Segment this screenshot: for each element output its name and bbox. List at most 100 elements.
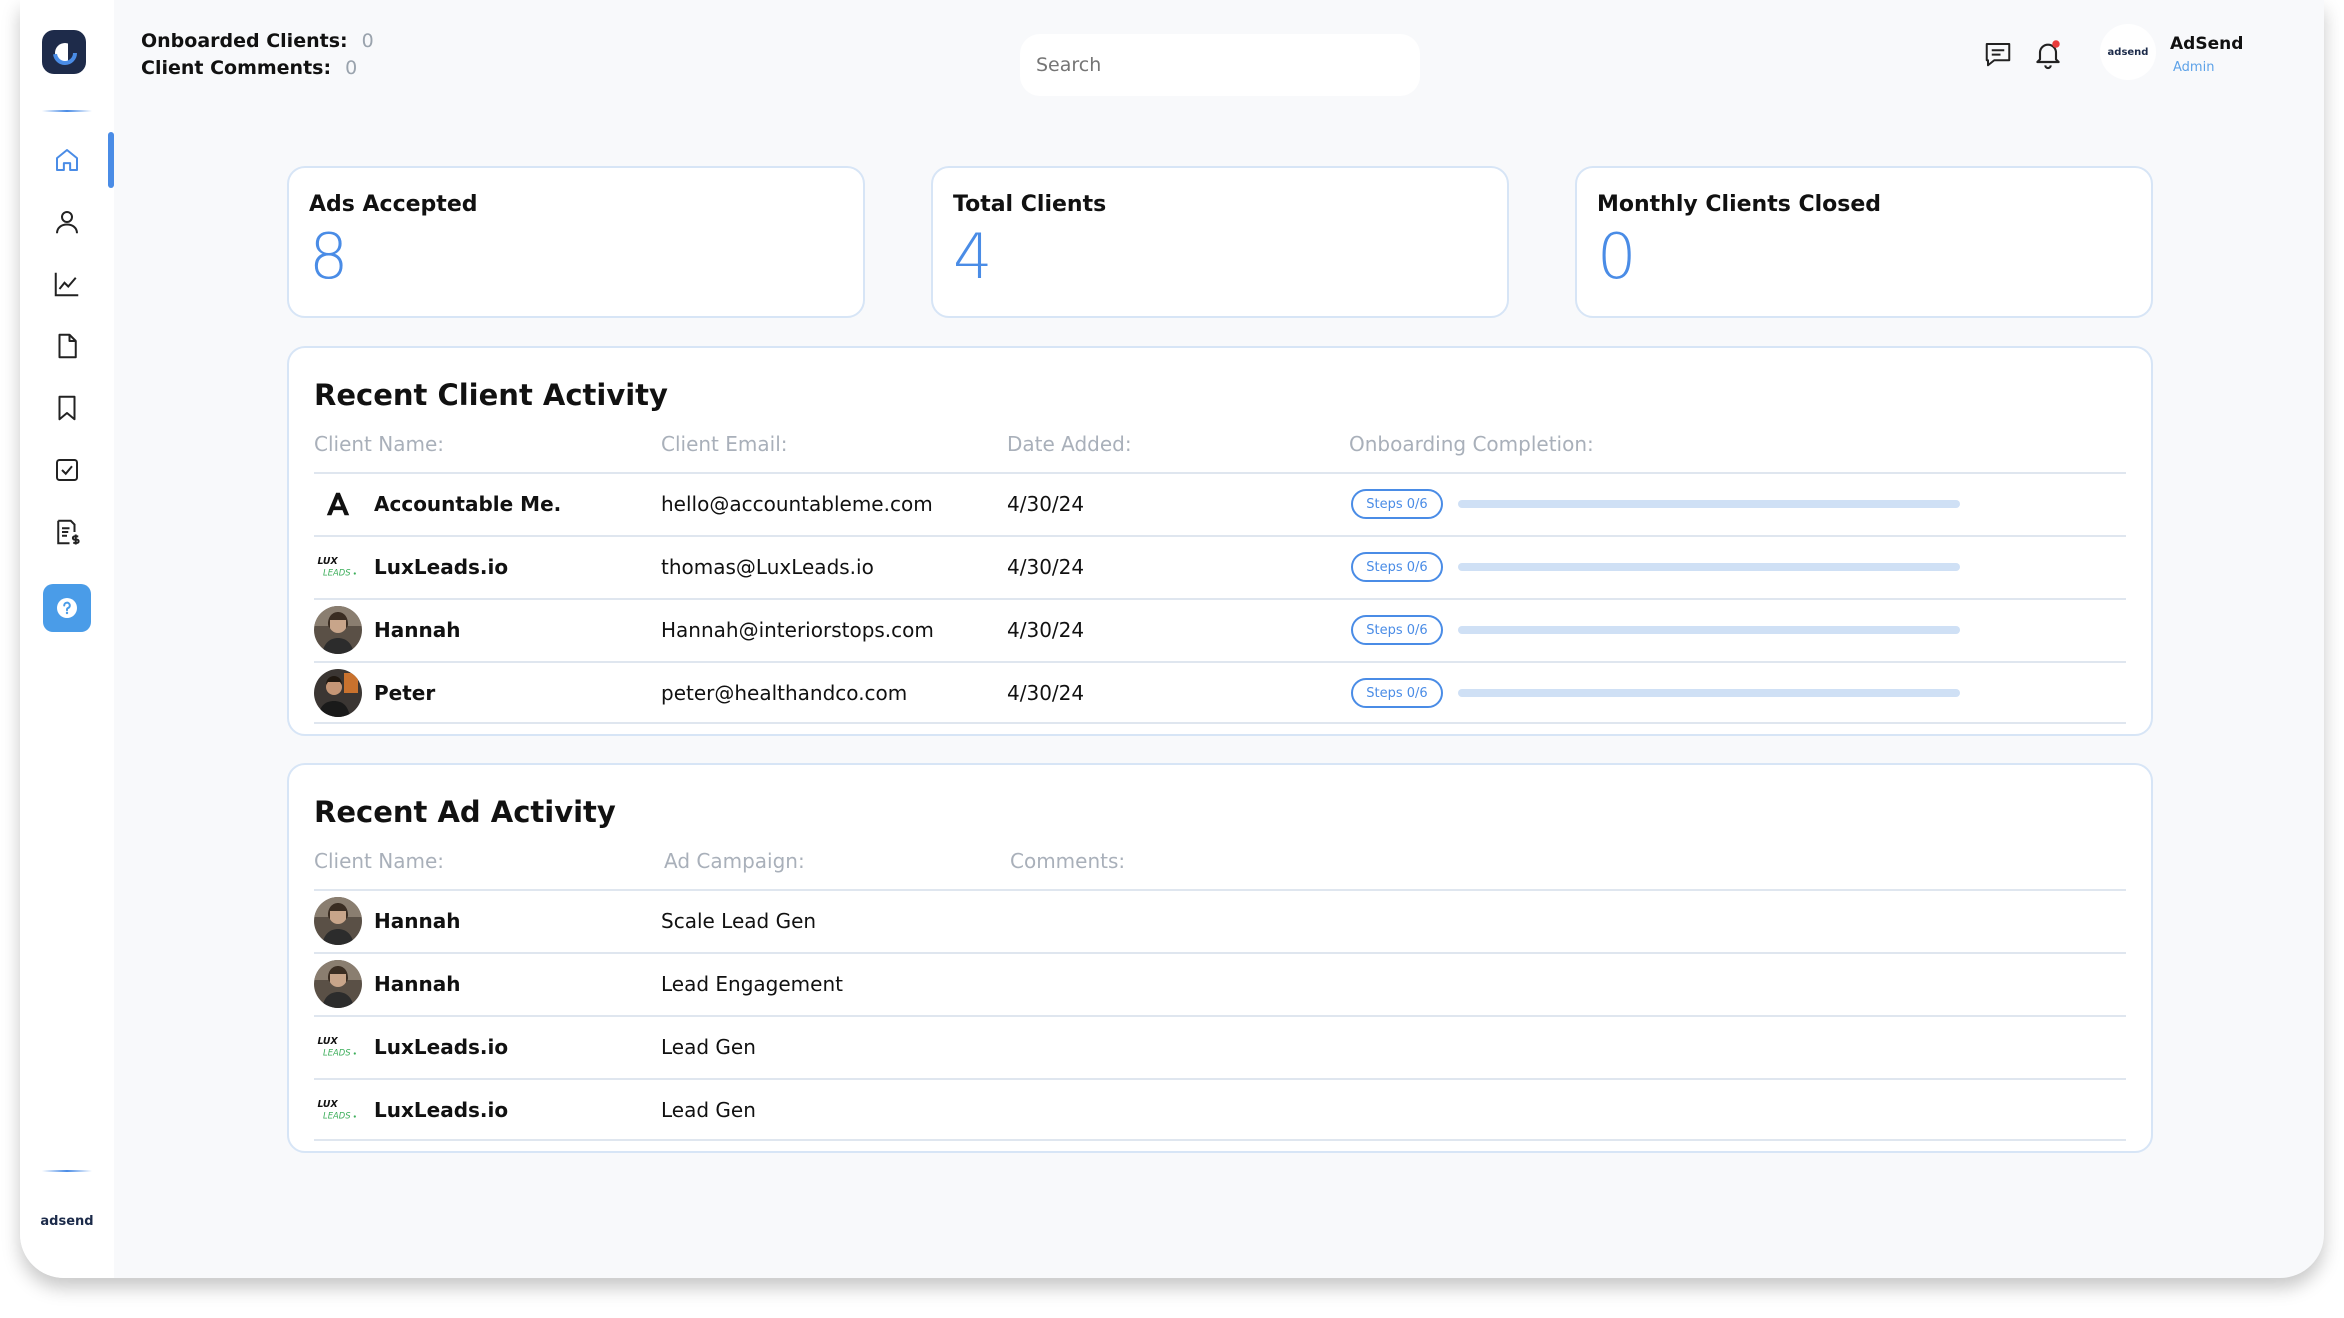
column-header-client-name: Client Name: — [314, 432, 444, 456]
messages-button[interactable] — [1980, 36, 2016, 72]
date-added: 4/30/24 — [1007, 681, 1085, 705]
stat-card-title: Total Clients — [953, 192, 1107, 217]
column-header-ad-campaign: Ad Campaign: — [664, 849, 805, 873]
stat-card-title: Monthly Clients Closed — [1597, 192, 1882, 217]
onboarding-progress-bar — [1458, 563, 1960, 571]
avatar-hannah — [314, 960, 362, 1008]
steps-badge: Steps 0/6 — [1351, 678, 1443, 708]
table-row[interactable]: LUX LEADS LuxLeads.io Lead Gen — [314, 1078, 2126, 1141]
svg-text:LEADS: LEADS — [323, 567, 351, 577]
client-email: Hannah@interiorstops.com — [661, 618, 934, 642]
sidebar-divider — [42, 1170, 92, 1172]
user-role: Admin — [2173, 60, 2215, 75]
client-name: Hannah — [374, 618, 461, 642]
onboarded-clients-stat: Onboarded Clients: 0 — [141, 28, 374, 55]
client-email: hello@accountableme.com — [661, 492, 933, 516]
onboarding-progress-bar — [1458, 689, 1960, 697]
avatar-hannah — [314, 897, 362, 945]
table-row[interactable]: Peter peter@healthandco.com 4/30/24 Step… — [314, 661, 2126, 724]
bell-icon — [2036, 40, 2060, 69]
sidebar-divider — [42, 110, 92, 112]
ad-campaign: Lead Gen — [661, 1098, 756, 1122]
ad-campaign: Lead Engagement — [661, 972, 843, 996]
column-header-date-added: Date Added: — [1007, 432, 1132, 456]
client-name: LuxLeads.io — [374, 1098, 509, 1122]
recent-client-activity-panel: Recent Client Activity Client Name: Clie… — [287, 346, 2153, 736]
svg-text:LUX: LUX — [317, 556, 338, 567]
client-email: peter@healthandco.com — [661, 681, 908, 705]
svg-text:LUX: LUX — [317, 1099, 338, 1110]
ad-campaign: Scale Lead Gen — [661, 909, 817, 933]
sidebar-item-clients[interactable] — [38, 196, 96, 248]
invoice-icon — [57, 519, 80, 545]
recent-ad-activity-panel: Recent Ad Activity Client Name: Ad Campa… — [287, 763, 2153, 1153]
client-email: thomas@LuxLeads.io — [661, 555, 874, 579]
stat-card-value: 4 — [953, 220, 993, 293]
client-name: Hannah — [374, 909, 461, 933]
accountable-logo — [314, 480, 362, 528]
avatar-peter — [314, 669, 362, 717]
user-name[interactable]: AdSend — [2170, 34, 2243, 54]
date-added: 4/30/24 — [1007, 618, 1085, 642]
sidebar-brand: adsend — [40, 1214, 94, 1229]
onboarding-progress-bar — [1458, 500, 1960, 508]
stat-card-total-clients: Total Clients 4 — [931, 166, 1509, 318]
sidebar-item-documents[interactable] — [38, 320, 96, 372]
header-stats: Onboarded Clients: 0 Client Comments: 0 — [141, 28, 374, 82]
user-icon — [56, 211, 78, 234]
date-added: 4/30/24 — [1007, 492, 1085, 516]
sidebar-item-analytics[interactable] — [38, 258, 96, 310]
column-header-client-email: Client Email: — [661, 432, 788, 456]
onboarded-clients-label: Onboarded Clients: — [141, 30, 348, 52]
search-input[interactable] — [1020, 34, 1420, 96]
stat-card-value: 8 — [309, 220, 349, 293]
svg-text:LEADS: LEADS — [323, 1110, 351, 1120]
active-indicator — [108, 132, 114, 188]
document-icon — [58, 333, 77, 359]
steps-badge: Steps 0/6 — [1351, 552, 1443, 582]
client-comments-label: Client Comments: — [141, 57, 332, 79]
checkbox-icon — [56, 459, 78, 481]
chat-icon — [1985, 43, 2011, 67]
stat-card-title: Ads Accepted — [309, 192, 478, 217]
table-row[interactable]: LUX LEADS LuxLeads.io Lead Gen — [314, 1015, 2126, 1078]
client-name: Hannah — [374, 972, 461, 996]
ad-campaign: Lead Gen — [661, 1035, 756, 1059]
app-logo[interactable] — [42, 30, 86, 74]
avatar-hannah — [314, 606, 362, 654]
svg-text:LUX: LUX — [317, 1036, 338, 1047]
table-row[interactable]: Hannah Hannah@interiorstops.com 4/30/24 … — [314, 598, 2126, 661]
sidebar-item-saved[interactable] — [38, 382, 96, 434]
panel-title: Recent Client Activity — [314, 378, 668, 412]
table-row[interactable]: LUX LEADS LuxLeads.io thomas@LuxLeads.io … — [314, 535, 2126, 598]
chart-line-icon — [54, 272, 79, 297]
client-comments-stat: Client Comments: 0 — [141, 55, 374, 82]
steps-badge: Steps 0/6 — [1351, 615, 1443, 645]
panel-title: Recent Ad Activity — [314, 795, 616, 829]
client-comments-value: 0 — [345, 57, 358, 79]
client-name: LuxLeads.io — [374, 1035, 509, 1059]
app-window: adsend Onboarded Clients: 0 Client Commen… — [20, 0, 2324, 1278]
sidebar-item-invoices[interactable] — [38, 506, 96, 558]
luxleads-logo: LUX LEADS — [314, 543, 362, 591]
stat-card-monthly-clients-closed: Monthly Clients Closed 0 — [1575, 166, 2153, 318]
table-row[interactable]: Hannah Lead Engagement — [314, 952, 2126, 1015]
sidebar-item-tasks[interactable] — [38, 444, 96, 496]
onboarding-progress-bar — [1458, 626, 1960, 634]
table-row[interactable]: Accountable Me. hello@accountableme.com … — [314, 472, 2126, 535]
sidebar-item-home[interactable] — [38, 134, 96, 186]
luxleads-logo: LUX LEADS — [314, 1023, 362, 1071]
stat-card-value: 0 — [1597, 220, 1637, 293]
help-button[interactable] — [43, 584, 91, 632]
client-name: LuxLeads.io — [374, 555, 509, 579]
column-header-comments: Comments: — [1010, 849, 1126, 873]
client-name: Accountable Me. — [374, 492, 562, 516]
client-name: Peter — [374, 681, 436, 705]
notifications-button[interactable] — [2030, 36, 2066, 72]
user-avatar[interactable]: adsend — [2100, 24, 2156, 80]
table-row[interactable]: Hannah Scale Lead Gen — [314, 889, 2126, 952]
sidebar: adsend — [20, 0, 114, 1278]
onboarded-clients-value: 0 — [361, 30, 374, 52]
date-added: 4/30/24 — [1007, 555, 1085, 579]
steps-badge: Steps 0/6 — [1351, 489, 1443, 519]
